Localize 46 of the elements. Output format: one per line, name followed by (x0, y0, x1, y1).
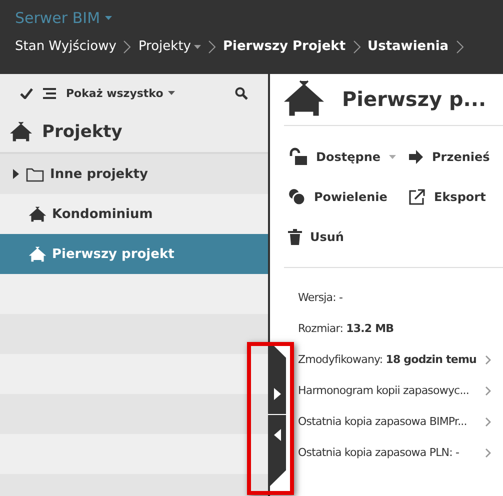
action-button[interactable]: Usuń (284, 217, 404, 257)
house-icon (29, 246, 46, 262)
triangle-left-icon (274, 428, 280, 440)
unlocked-padlock-icon (288, 147, 308, 167)
arrow-right-icon (408, 150, 424, 164)
export-icon (408, 188, 426, 206)
list-icon[interactable] (43, 88, 56, 98)
chevron-icon[interactable] (485, 448, 491, 458)
tree-item[interactable]: Kondominium (0, 194, 268, 234)
info-text: Wersja: - (298, 291, 343, 304)
chevron-icon (352, 40, 361, 54)
circles-icon (288, 188, 306, 206)
triangle-right-icon (274, 388, 280, 400)
chevron-icon[interactable] (485, 386, 491, 396)
search-icon[interactable] (235, 86, 248, 100)
folder-icon (26, 166, 44, 182)
breadcrumb-link[interactable]: Stan Wyjściowy (15, 39, 116, 54)
house-icon (29, 206, 46, 222)
house-icon (10, 121, 32, 143)
action-button[interactable]: Powielenie (284, 177, 404, 217)
expand-arrow-icon[interactable] (12, 169, 20, 179)
chevron-icon (208, 40, 216, 54)
tree-item[interactable]: Pierwszy projekt (0, 234, 268, 274)
info-text[interactable]: Zmodyfikowany: 18 godzin temu (298, 353, 476, 366)
action-button[interactable]: Dostępne (284, 137, 404, 177)
info-text[interactable]: Ostatnia kopia zapasowa BIMPr... (298, 415, 467, 428)
breadcrumb-link[interactable]: Pierwszy Projekt (223, 39, 346, 54)
action-button[interactable]: Przenieś (404, 137, 503, 177)
chevron-icon (456, 40, 464, 54)
trash-icon (288, 229, 302, 245)
checkmark-icon[interactable] (20, 88, 33, 98)
caret-icon (168, 91, 176, 95)
dropdown-caret-icon (105, 16, 112, 20)
tree-item[interactable]: Inne projekty (0, 154, 268, 194)
info-text[interactable]: Ostatnia kopia zapasowa PLN: - (298, 446, 460, 459)
breadcrumb-link[interactable]: Ustawienia (368, 39, 449, 54)
project-title: Pierwszy p... (342, 86, 486, 110)
tree-title: Projekty (42, 122, 122, 142)
info-text: Rozmiar: 13.2 MB (298, 322, 394, 335)
chevron-icon[interactable] (485, 354, 491, 364)
chevron-icon (123, 40, 132, 54)
breadcrumb-link[interactable]: Projekty (138, 39, 201, 54)
house-icon (284, 78, 324, 118)
action-button[interactable]: Eksport (404, 177, 503, 217)
chevron-icon[interactable] (485, 416, 491, 426)
info-text[interactable]: Harmonogram kopii zapasowyc... (298, 384, 469, 397)
